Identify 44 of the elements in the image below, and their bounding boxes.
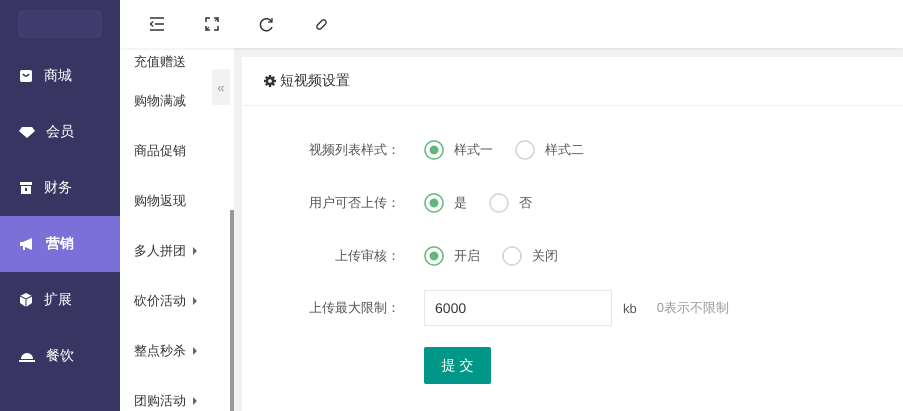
field-label: 用户可否上传： (308, 194, 400, 212)
sidebar-item[interactable]: 商城 (0, 48, 120, 104)
submenu-item[interactable]: 商品促销 (120, 126, 208, 176)
field-label: 上传审核： (334, 246, 400, 264)
sidebar-item[interactable]: 扩展 (0, 272, 120, 328)
radio-option[interactable]: 关闭 (502, 246, 558, 266)
link-icon[interactable] (314, 16, 329, 32)
unit-label: kb (623, 300, 637, 316)
field-label: 视频列表样式： (308, 140, 400, 158)
radio-option[interactable]: 是 (424, 192, 467, 212)
submenu-item[interactable]: 购物返现 (120, 176, 208, 226)
bag-icon (19, 69, 33, 83)
submenu-item[interactable]: 整点秒杀 (120, 326, 208, 376)
gear-icon (264, 75, 276, 87)
sidebar-item[interactable]: 餐饮 (0, 328, 120, 384)
submenu-item[interactable]: 多人拼团 (120, 226, 208, 276)
sidebar-item[interactable]: 财务 (0, 160, 120, 216)
hint-text: 0表示不限制 (656, 299, 729, 317)
submenu-item[interactable]: 砍价活动 (120, 276, 208, 326)
archive-icon (19, 181, 33, 195)
cloche-icon (19, 350, 35, 362)
fullscreen-icon[interactable] (205, 17, 219, 31)
gem-icon (19, 126, 35, 138)
radio-option[interactable]: 样式一 (424, 140, 493, 160)
radio-option[interactable]: 样式二 (515, 140, 584, 160)
cube-icon (19, 293, 33, 307)
sidebar-item[interactable]: 营销 (0, 216, 120, 272)
submenu-item[interactable]: 充值赠送 (120, 48, 208, 76)
input-field[interactable]: 6000 (424, 290, 612, 326)
radio-option[interactable]: 否 (489, 192, 532, 212)
caret-icon (193, 397, 197, 405)
menu-icon[interactable] (149, 17, 165, 31)
caret-icon (193, 297, 197, 305)
radio-option[interactable]: 开启 (424, 246, 480, 266)
refresh-icon[interactable] (259, 16, 274, 32)
sidebar-item[interactable]: 会员 (0, 104, 120, 160)
submenu-item[interactable]: 购物满减 (120, 76, 208, 126)
caret-icon (193, 347, 197, 355)
card-title: 短视频设置 (280, 72, 350, 90)
submit-button[interactable]: 提 交 (424, 347, 491, 384)
submenu-item[interactable]: 团购活动 (120, 376, 208, 411)
field-label: 上传最大限制： (308, 299, 400, 317)
caret-icon (193, 247, 197, 255)
megaphone-icon (19, 237, 35, 251)
